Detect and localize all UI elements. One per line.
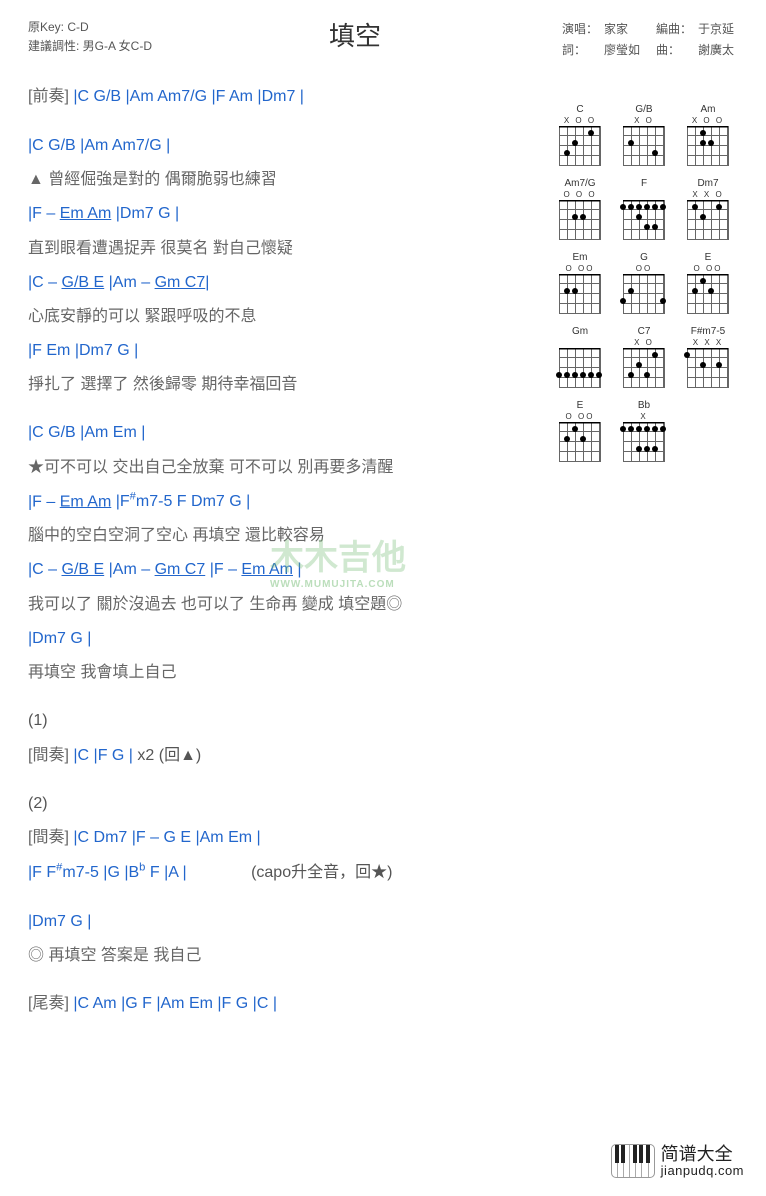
coda-lyrics: ◎ 再填空 答案是 我自己 <box>28 941 538 965</box>
chorus-chords-1: |C G/B |Am Em | <box>28 418 538 448</box>
lyricist-value: 廖瑩如 <box>602 41 642 60</box>
v1-chords-4: |F Em |Dm7 G | <box>28 336 538 366</box>
suggested-key: 建議調性: 男G-A 女C-D <box>28 37 152 56</box>
chorus-chords-3: |C – G/B E |Am – Gm C7 |F – Em Am | <box>28 555 538 585</box>
chord-diagram-C7: C7X O <box>614 326 674 388</box>
v1-lyrics-2: 直到眼看遭遇捉弄 很莫名 對自己懷疑 <box>28 234 538 258</box>
chorus-lyrics-4: 再填空 我會填上自己 <box>28 658 538 682</box>
chorus-chords-4: |Dm7 G | <box>28 624 538 654</box>
arranger-label: 編曲： <box>654 20 694 39</box>
chorus-lyrics-1: ★可不可以 交出自己全放棄 可不可以 別再要多清醒 <box>28 453 538 477</box>
inter2-chords2: |F F#m7-5 |G |Bb F |A | <box>28 864 187 881</box>
inter2-num: (2) <box>28 789 538 819</box>
outro-line: [尾奏] |C Am |G F |Am Em |F G |C | <box>28 989 538 1019</box>
intro-tag: [前奏] <box>28 88 69 105</box>
page-title: 填空 <box>152 16 558 53</box>
singer-label: 演唱： <box>560 20 600 39</box>
inter2-line1: [間奏] |C Dm7 |F – G E |Am Em | <box>28 823 538 853</box>
chord-diagram-Dm7: Dm7X X O <box>678 178 738 240</box>
chord-diagram-E: EO OO <box>550 400 610 462</box>
chord-diagram-Am7G: Am7/G O O O <box>550 178 610 240</box>
chord-sheet: [前奏] |C G/B |Am Am7/G |F Am |Dm7 | |C G/… <box>28 82 538 1019</box>
composer-value: 謝廣太 <box>696 41 736 60</box>
arranger-value: 于京延 <box>696 20 736 39</box>
chorus-lyrics-2: 腦中的空白空洞了空心 再填空 還比較容易 <box>28 521 538 545</box>
outro-chords: |C Am |G F |Am Em |F G |C | <box>73 995 277 1012</box>
inter2-tag: [間奏] <box>28 829 69 846</box>
lyricist-label: 詞： <box>560 41 600 60</box>
chord-diagram-G: G OO <box>614 252 674 314</box>
composer-label: 曲： <box>654 41 694 60</box>
logo-url: jianpudq.com <box>661 1164 744 1178</box>
chorus-chords-2: |F – Em Am |F#m7-5 F Dm7 G | <box>28 487 538 518</box>
original-key: 原Key: C-D <box>28 18 152 37</box>
chord-diagram-Gm: Gm <box>550 326 610 388</box>
inter1-num: (1) <box>28 706 538 736</box>
site-logo: 简谱大全 jianpudq.com <box>611 1144 744 1178</box>
singer-value: 家家 <box>602 20 642 39</box>
credits: 演唱： 家家 編曲： 于京延 詞： 廖瑩如 曲： 謝廣太 <box>558 18 738 62</box>
v1-lyrics-1: ▲ 曾經倔強是對的 偶爾脆弱也練習 <box>28 165 538 189</box>
logo-text: 简谱大全 <box>661 1145 744 1164</box>
inter2-chords1: |C Dm7 |F – G E |Am Em | <box>73 829 260 846</box>
coda-chords: |Dm7 G | <box>28 907 538 937</box>
intro-chords: |C G/B |Am Am7/G |F Am |Dm7 | <box>73 88 304 105</box>
piano-icon <box>611 1144 655 1178</box>
chord-diagram-GB: G/BX O <box>614 104 674 166</box>
inter2-note: (capo升全音，回★) <box>251 864 392 881</box>
header: 原Key: C-D 建議調性: 男G-A 女C-D 填空 演唱： 家家 編曲： … <box>28 18 738 62</box>
intro-line: [前奏] |C G/B |Am Am7/G |F Am |Dm7 | <box>28 82 538 112</box>
v1-chords-1: |C G/B |Am Am7/G | <box>28 131 538 161</box>
left-meta: 原Key: C-D 建議調性: 男G-A 女C-D <box>28 18 152 56</box>
v1-lyrics-4: 掙扎了 選擇了 然後歸零 期待幸福回音 <box>28 370 538 394</box>
chord-diagrams: CX O OG/BX OAmX O OAm7/G O O OFDm7X X O … <box>548 100 748 470</box>
chord-diagram-F: F <box>614 178 674 240</box>
chord-diagram-Am: AmX O O <box>678 104 738 166</box>
v1-chords-3: |C – G/B E |Am – Gm C7| <box>28 268 538 298</box>
chord-diagram-Em: EmO OO <box>550 252 610 314</box>
inter2-line2: |F F#m7-5 |G |Bb F |A | (capo升全音，回★) <box>28 858 538 889</box>
chorus-lyrics-3: 我可以了 關於沒過去 也可以了 生命再 變成 填空題◎ <box>28 590 538 614</box>
inter1-tag: [間奏] <box>28 747 69 764</box>
inter1-line: [間奏] |C |F G | x2 (回▲) <box>28 741 538 771</box>
chord-diagram-C: CX O O <box>550 104 610 166</box>
v1-chords-2: |F – Em Am |Dm7 G | <box>28 199 538 229</box>
inter1-chords: |C |F G | <box>73 747 133 764</box>
v1-lyrics-3: 心底安靜的可以 緊跟呼吸的不息 <box>28 302 538 326</box>
chord-diagram-Bb: BbX <box>614 400 674 462</box>
chord-diagram-Fm7-5: F#m7-5X X X <box>678 326 738 388</box>
outro-tag: [尾奏] <box>28 995 69 1012</box>
chord-diagram-E: EO OO <box>678 252 738 314</box>
